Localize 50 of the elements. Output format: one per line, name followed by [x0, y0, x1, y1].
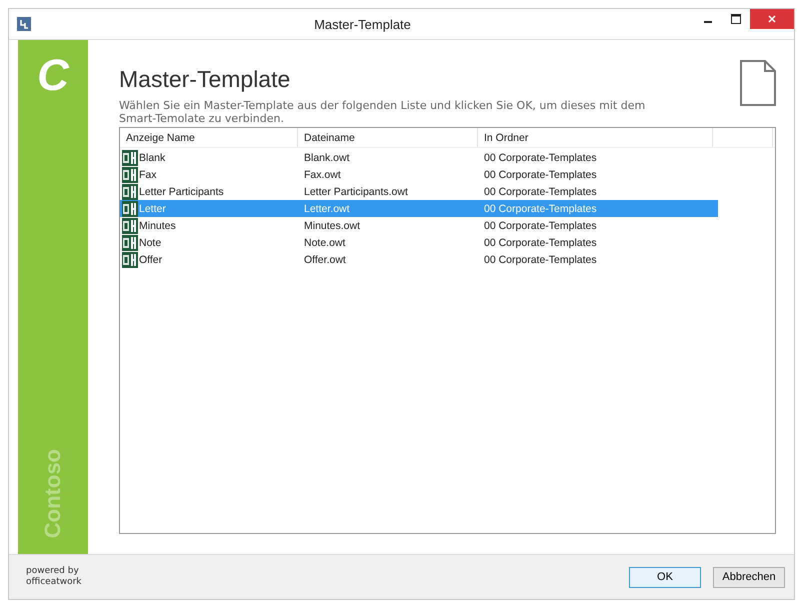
powered-by-text: powered by officeatwork: [26, 566, 82, 588]
folder-name: 00 Corporate-Templates: [483, 152, 598, 164]
template-row[interactable]: Minutes Minutes.owt 00 Corporate-Templates: [120, 217, 775, 234]
file-name: Fax.owt: [303, 168, 342, 180]
column-header[interactable]: Anzeige Name: [120, 128, 298, 147]
column-header[interactable]: Dateiname: [298, 128, 478, 147]
window-title: Master-Template: [313, 16, 412, 32]
folder-name: 00 Corporate-Templates: [483, 220, 598, 232]
folder-name: 00 Corporate-Templates: [483, 186, 598, 198]
template-name: Note: [139, 236, 162, 248]
template-name: Letter: [139, 202, 166, 214]
template-row[interactable]: Letter Participants Letter Participants.owt 00 Corporate-Templates: [120, 183, 775, 200]
minimize-icon: [704, 21, 712, 23]
file-name: Blank.owt: [303, 152, 351, 164]
template-file-icon: [122, 166, 138, 182]
file-name: Letter Participants.owt: [303, 186, 409, 198]
template-file-icon: [122, 252, 138, 268]
template-name: Blank: [139, 152, 166, 164]
folder-name: 00 Corporate-Templates: [483, 168, 598, 180]
folder-name: 00 Corporate-Templates: [483, 202, 598, 214]
ok-button[interactable]: OK: [629, 566, 701, 588]
file-name: Offer.owt: [303, 254, 347, 266]
template-row[interactable]: Note Note.owt 00 Corporate-Templates: [120, 234, 775, 251]
template-row[interactable]: Fax Fax.owt 00 Corporate-Templates: [120, 166, 775, 183]
template-name: Minutes: [139, 220, 176, 232]
folder-name: 00 Corporate-Templates: [483, 254, 598, 266]
brand-name: Contoso: [40, 448, 66, 538]
template-file-icon: [122, 200, 138, 216]
template-file-icon: [122, 234, 138, 250]
template-name: Letter Participants: [139, 186, 224, 198]
cancel-button[interactable]: Abbrechen: [713, 566, 785, 588]
maximize-icon: [731, 14, 741, 24]
file-name: Letter.owt: [303, 202, 351, 214]
template-file-icon: [122, 184, 138, 200]
file-name: Minutes.owt: [303, 220, 362, 232]
close-icon: [767, 14, 777, 24]
description-text: Wählen Sie ein Master-Template aus der folgenden Liste und klicken Sie OK, um dieses mit dem Smart-Temolate zu verbinden.: [119, 99, 646, 125]
document-icon: [740, 60, 776, 106]
template-name: Offer: [139, 254, 162, 266]
template-row[interactable]: Offer Offer.owt 00 Corporate-Templates: [120, 251, 775, 268]
template-file-icon: [122, 218, 138, 234]
template-name: Fax: [139, 168, 157, 180]
app-icon: [17, 17, 31, 31]
template-row[interactable]: Blank Blank.owt 00 Corporate-Templates: [120, 149, 775, 166]
column-header[interactable]: In Ordner: [478, 128, 713, 147]
file-name: Note.owt: [303, 236, 346, 248]
folder-name: 00 Corporate-Templates: [483, 236, 598, 248]
logo-letter: C: [37, 54, 69, 98]
dialog-heading: Master-Template: [119, 66, 292, 93]
template-file-icon: [122, 150, 138, 166]
